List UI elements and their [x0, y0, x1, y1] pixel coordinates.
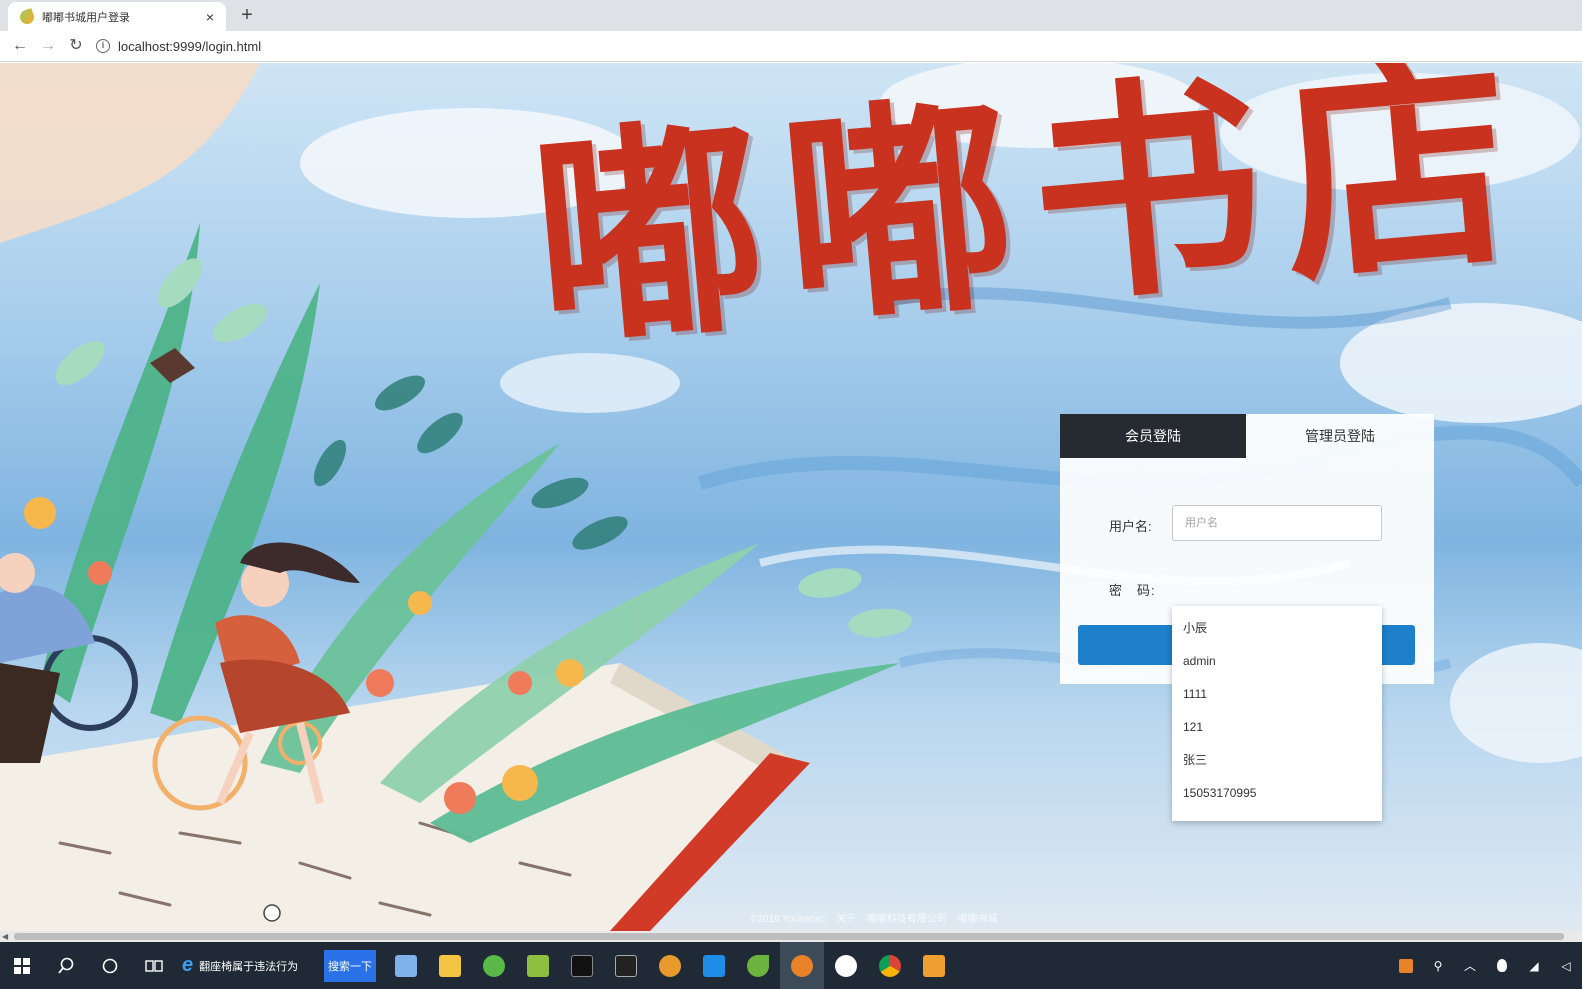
taskbar-app-editor[interactable]	[516, 942, 560, 989]
url-text[interactable]: localhost:9999/login.html	[118, 39, 261, 54]
footer-about-link[interactable]: 关于	[836, 914, 856, 925]
browser-window: 嘟嘟书城用户登录 × + ← → ↻ i localhost:9999/logi…	[0, 0, 1582, 989]
taskbar-app-explorer[interactable]	[428, 942, 472, 989]
cortana-button[interactable]	[88, 942, 132, 989]
taskbar-app-meeting[interactable]	[692, 942, 736, 989]
taskbar-search-button[interactable]	[44, 942, 88, 989]
browser-tab[interactable]: 嘟嘟书城用户登录 ×	[8, 2, 226, 31]
taskbar-app-green[interactable]	[472, 942, 516, 989]
task-view-button[interactable]	[132, 942, 176, 989]
people-icon[interactable]: ⚲	[1428, 956, 1448, 976]
autocomplete-item[interactable]: 15053170995	[1172, 777, 1382, 810]
address-bar[interactable]: i localhost:9999/login.html	[96, 33, 1582, 59]
cloud-icon	[835, 954, 857, 977]
autocomplete-item[interactable]: admin	[1172, 645, 1382, 678]
tab-title: 嘟嘟书城用户登录	[42, 11, 130, 24]
footer-company: 嘟嘟科技有限公司	[866, 914, 947, 925]
terminal-icon	[571, 954, 593, 977]
taskbar-app-media[interactable]	[780, 942, 824, 989]
horizontal-scrollbar[interactable]: ◀	[0, 931, 1582, 942]
taskbar-app-cloud[interactable]	[824, 942, 868, 989]
chevron-up-icon[interactable]: ︿	[1460, 956, 1480, 976]
autocomplete-item[interactable]: 小辰	[1172, 612, 1382, 645]
magnifier-icon	[659, 954, 681, 977]
spring-leaf-icon	[747, 954, 769, 977]
tab-strip: 嘟嘟书城用户登录 × +	[0, 0, 1582, 31]
ie-search-box[interactable]: e 翻座椅属于违法行为	[176, 942, 324, 989]
media-icon	[791, 954, 813, 977]
login-tabs: 会员登陆 管理员登陆	[1060, 414, 1434, 458]
recorder-icon	[615, 954, 637, 977]
username-input[interactable]	[1172, 505, 1382, 541]
windows-taskbar: e 翻座椅属于违法行为 搜索一下 ⚲ ︿ ◢ ◁	[0, 942, 1582, 989]
gear-icon	[923, 954, 945, 977]
taskbar-app-notepad[interactable]	[384, 942, 428, 989]
footer-copyright: ©2019 Youtiaoxc	[750, 914, 826, 925]
network-icon[interactable]: ◢	[1524, 956, 1544, 976]
windows-logo-icon	[14, 957, 30, 974]
autocomplete-item[interactable]: 张三	[1172, 744, 1382, 777]
taskbar-app-spring[interactable]	[736, 942, 780, 989]
forward-button[interactable]: →	[34, 32, 62, 60]
username-label: 用户名:	[1109, 519, 1152, 534]
taskbar-app-recorder[interactable]	[604, 942, 648, 989]
taskbar-app-settings[interactable]	[912, 942, 956, 989]
taskbar-app-chrome[interactable]	[868, 942, 912, 989]
tab-admin-login[interactable]: 管理员登陆	[1246, 414, 1434, 458]
browser-toolbar: ← → ↻ i localhost:9999/login.html	[0, 31, 1582, 62]
qq-icon[interactable]	[1492, 956, 1512, 976]
footer-site-link[interactable]: 嘟嘟书城	[958, 914, 998, 925]
taskbar-app-magnifier[interactable]	[648, 942, 692, 989]
tray-app-icon[interactable]	[1396, 956, 1416, 976]
username-autocomplete-dropdown: 小辰 admin 1111 121 张三 15053170995	[1172, 606, 1382, 821]
notepad-icon	[395, 954, 417, 977]
taskbar-app-terminal[interactable]	[560, 942, 604, 989]
back-button[interactable]: ←	[6, 32, 34, 60]
leaf-favicon-icon	[18, 7, 36, 26]
tab-member-login[interactable]: 会员登陆	[1060, 414, 1246, 458]
meeting-icon	[703, 954, 725, 977]
close-tab-icon[interactable]: ×	[202, 9, 218, 25]
chrome-icon	[879, 954, 901, 977]
ie-search-button[interactable]: 搜索一下	[324, 949, 376, 982]
search-icon	[58, 957, 74, 974]
autocomplete-item[interactable]: 121	[1172, 711, 1382, 744]
cortana-icon	[102, 958, 118, 973]
password-label: 密 码:	[1109, 583, 1156, 598]
page-footer: ©2019 Youtiaoxc 关于 嘟嘟科技有限公司 嘟嘟书城	[750, 910, 1006, 925]
autocomplete-item[interactable]: 1111	[1172, 678, 1382, 711]
task-view-icon	[145, 959, 163, 972]
reload-button[interactable]: ↻	[62, 32, 90, 60]
editor-icon	[527, 954, 549, 977]
folder-icon	[439, 954, 461, 977]
ie-icon: e	[182, 954, 194, 976]
scrollbar-thumb[interactable]	[14, 933, 1564, 940]
login-page: 嘟嘟书店 会员登陆 管理员登陆 用户名: 密 码: 小辰 admin 1111 …	[0, 63, 1582, 931]
new-tab-button[interactable]: +	[236, 4, 258, 26]
green-app-icon	[483, 954, 505, 977]
info-icon[interactable]: i	[96, 39, 110, 53]
scroll-left-arrow-icon[interactable]: ◀	[2, 931, 8, 942]
ie-search-hint: 翻座椅属于违法行为	[199, 960, 299, 973]
volume-icon[interactable]: ◁	[1556, 956, 1576, 976]
system-tray: ⚲ ︿ ◢ ◁	[1384, 942, 1582, 989]
start-button[interactable]	[0, 942, 44, 989]
